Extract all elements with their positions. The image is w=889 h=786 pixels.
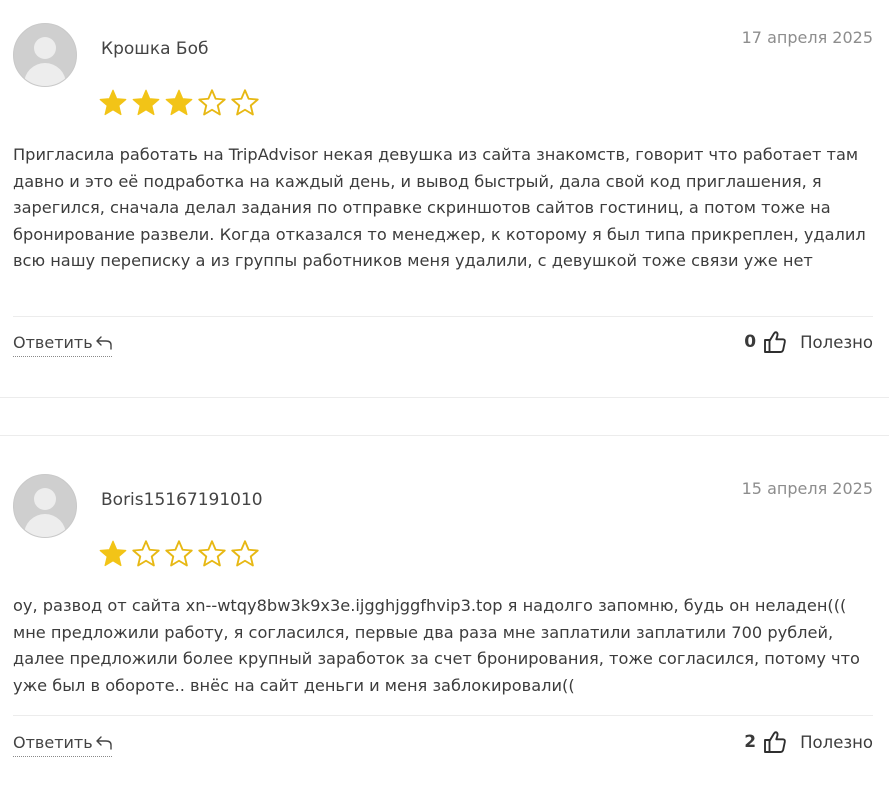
avatar — [13, 23, 77, 87]
like-count: 2 — [744, 732, 757, 752]
avatar-body-shape — [24, 63, 66, 86]
star-empty-icon — [231, 540, 259, 567]
section-divider — [0, 435, 889, 436]
review-divider — [13, 715, 873, 716]
thumbs-up-icon[interactable] — [763, 730, 787, 754]
review-text: оу, развод от сайта xn--wtqy8bw3k9x3e.ij… — [13, 596, 860, 695]
author-name: Крошка Боб — [101, 39, 209, 59]
star-empty-icon — [198, 540, 226, 567]
star-empty-icon — [165, 540, 193, 567]
review-date: 17 апреля 2025 — [741, 28, 873, 47]
review-divider — [13, 316, 873, 317]
star-filled-icon — [99, 540, 127, 567]
avatar-head-shape — [34, 37, 56, 59]
useful-label[interactable]: Полезно — [800, 333, 873, 352]
review-text: Пригласила работать на TripAdvisor некая… — [13, 145, 866, 270]
star-filled-icon — [132, 89, 160, 116]
useful-votes: 2 Полезно — [744, 730, 873, 754]
star-rating — [98, 88, 260, 118]
avatar-head-shape — [34, 488, 56, 510]
section-divider — [0, 397, 889, 398]
thumbs-up-icon[interactable] — [763, 330, 787, 354]
star-filled-icon — [99, 89, 127, 116]
avatar — [13, 474, 77, 538]
reply-label: Ответить — [13, 733, 93, 752]
useful-label[interactable]: Полезно — [800, 733, 873, 752]
star-rating — [98, 539, 260, 569]
reply-arrow-icon — [95, 735, 112, 754]
author-name: Boris15167191010 — [101, 490, 263, 510]
star-empty-icon — [231, 89, 259, 116]
reply-button[interactable]: Ответить — [13, 733, 112, 757]
star-empty-icon — [198, 89, 226, 116]
star-filled-icon — [165, 89, 193, 116]
avatar-body-shape — [24, 514, 66, 537]
reply-label: Ответить — [13, 333, 93, 352]
useful-votes: 0 Полезно — [744, 330, 873, 354]
star-empty-icon — [132, 540, 160, 567]
like-count: 0 — [744, 332, 757, 352]
reply-button[interactable]: Ответить — [13, 333, 112, 357]
review-date: 15 апреля 2025 — [741, 479, 873, 498]
reply-arrow-icon — [95, 335, 112, 354]
reviews-list: Крошка Боб 17 апреля 2025 Пригласила раб… — [0, 0, 889, 786]
